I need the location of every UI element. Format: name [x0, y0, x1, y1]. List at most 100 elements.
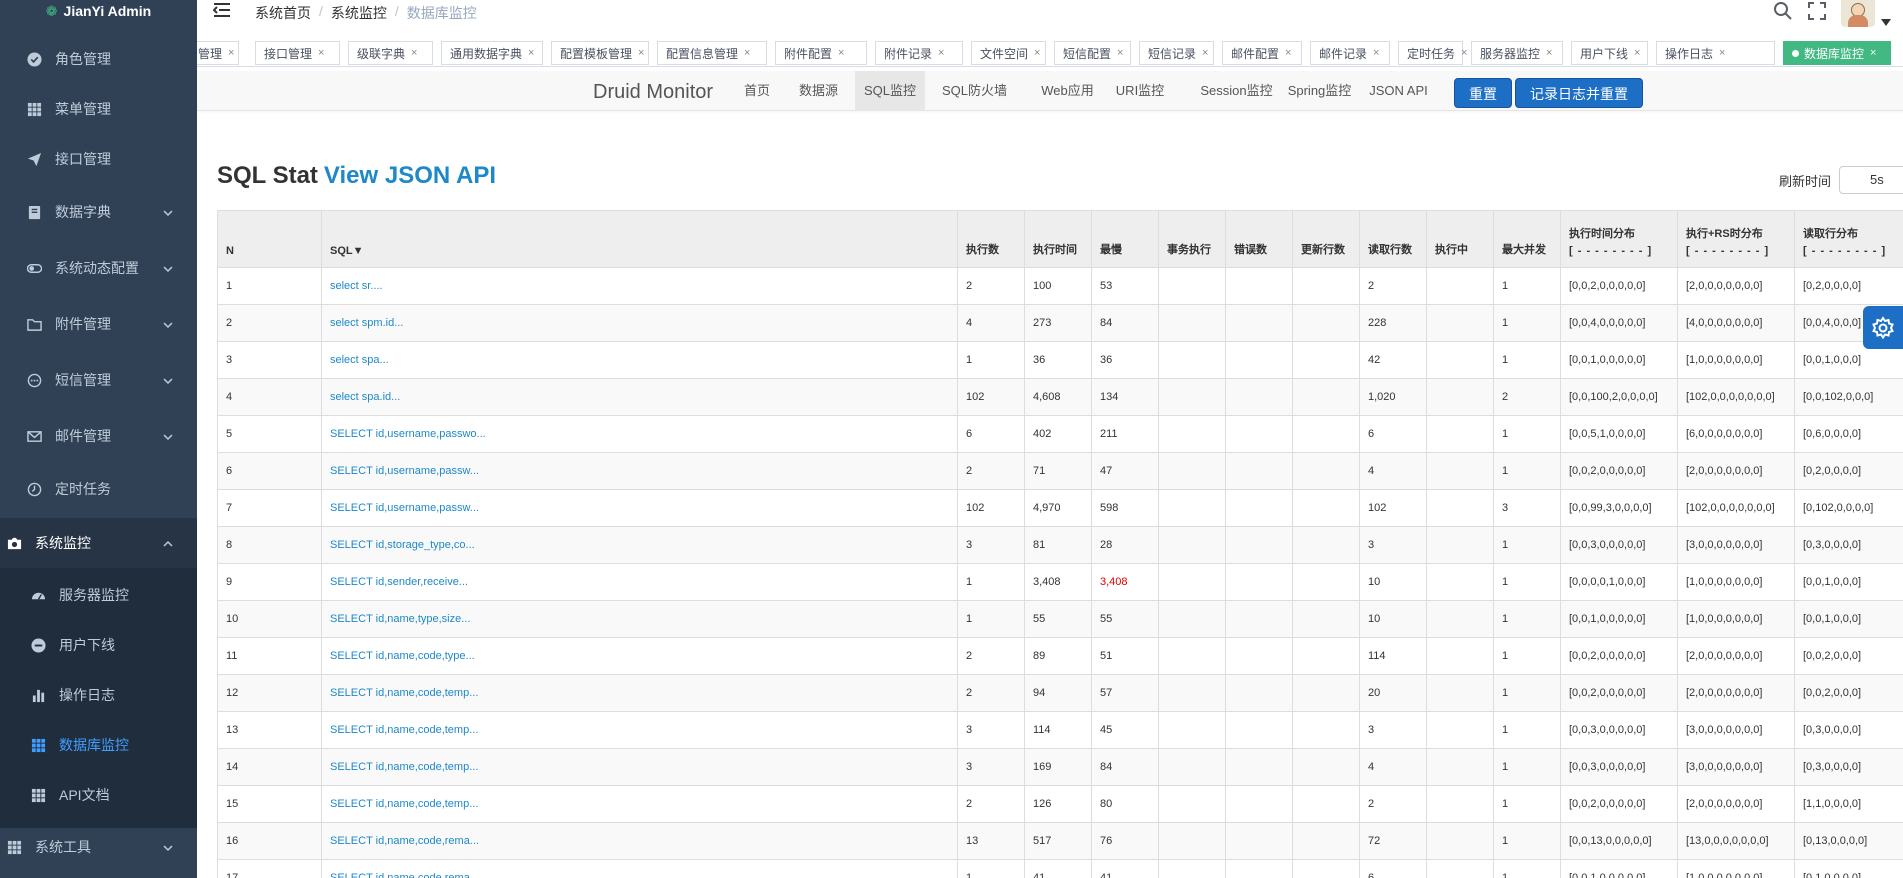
table-cell[interactable]: SELECT id,storage_type,co... [321, 526, 958, 564]
tag-1[interactable]: 接口管理 × [255, 41, 340, 65]
close-icon[interactable]: × [638, 47, 644, 59]
sidebar-item-10[interactable]: 服务器监控 [0, 570, 197, 620]
close-icon[interactable]: × [1202, 47, 1208, 59]
table-cell[interactable]: SELECT id,name,code,temp... [321, 785, 958, 823]
tag-13[interactable]: 定时任务 × [1398, 41, 1467, 65]
column-header-12[interactable]: 执行+RS时分布[ - - - - - - - - ] [1677, 210, 1795, 268]
column-header-9[interactable]: 执行中 [1426, 210, 1494, 268]
sidebar-item-13[interactable]: 数据库监控 [0, 720, 197, 770]
table-cell[interactable]: SELECT id,username,passw... [321, 489, 958, 527]
druid-nav-item-5[interactable]: URI监控 [1106, 71, 1174, 111]
close-icon[interactable]: × [228, 47, 234, 59]
table-cell[interactable]: SELECT id,name,code,type... [321, 637, 958, 675]
sql-link[interactable]: SELECT id,username,passw... [330, 465, 479, 477]
sql-link[interactable]: SELECT id,name,code,temp... [330, 724, 478, 736]
sql-link[interactable]: select spa.id... [330, 391, 400, 403]
log-and-reset-button[interactable]: 记录日志并重置 [1515, 78, 1643, 108]
sql-link[interactable]: SELECT id,username,passw... [330, 502, 479, 514]
sql-link[interactable]: select spm.id... [330, 317, 403, 329]
tag-11[interactable]: 邮件配置 × [1222, 41, 1302, 65]
close-icon[interactable]: × [1634, 47, 1640, 59]
close-icon[interactable]: × [1117, 47, 1123, 59]
tag-16[interactable]: 操作日志 × [1656, 41, 1775, 65]
table-cell[interactable]: SELECT id,name,type,size... [321, 600, 958, 638]
table-cell[interactable]: select spa... [321, 341, 958, 379]
close-icon[interactable]: × [938, 47, 944, 59]
sql-link[interactable]: select spa... [330, 354, 389, 366]
close-icon[interactable]: × [838, 47, 844, 59]
sql-link[interactable]: SELECT id,username,passwo... [330, 428, 486, 440]
column-header-11[interactable]: 执行时间分布[ - - - - - - - - ] [1560, 210, 1678, 268]
table-cell[interactable]: SELECT id,sender,receive... [321, 563, 958, 601]
close-icon[interactable]: × [1285, 47, 1291, 59]
column-header-13[interactable]: 读取行分布[ - - - - - - - - ] [1794, 210, 1903, 268]
table-cell[interactable]: select spa.id... [321, 378, 958, 416]
tag-9[interactable]: 短信配置 × [1054, 41, 1131, 65]
table-cell[interactable]: SELECT id,name,code,temp... [321, 711, 958, 749]
close-icon[interactable]: × [1719, 47, 1725, 59]
tag-17[interactable]: 数据库监控 × [1783, 41, 1891, 65]
view-json-api-link[interactable]: View JSON API [324, 162, 496, 189]
close-icon[interactable]: × [1870, 47, 1876, 59]
sidebar-item-15[interactable]: 系统工具 [0, 822, 197, 872]
reset-button[interactable]: 重置 [1454, 78, 1512, 108]
tag-8[interactable]: 文件空间 × [971, 41, 1046, 65]
tag-6[interactable]: 附件配置 × [775, 41, 867, 65]
close-icon[interactable]: × [1546, 47, 1552, 59]
tag-15[interactable]: 用户下线 × [1571, 41, 1648, 65]
user-avatar[interactable] [1841, 0, 1875, 27]
close-icon[interactable]: × [744, 47, 750, 59]
sidebar-item-9[interactable]: 系统监控 [0, 518, 197, 568]
table-cell[interactable]: SELECT id,username,passw... [321, 452, 958, 490]
tag-3[interactable]: 通用数据字典 × [441, 41, 543, 65]
settings-gear-button[interactable] [1863, 306, 1903, 349]
tag-2[interactable]: 级联字典 × [348, 41, 433, 65]
sidebar-item-6[interactable]: 短信管理 [0, 355, 197, 405]
sql-link[interactable]: SELECT id,sender,receive... [330, 576, 468, 588]
sidebar-item-0[interactable]: 角色管理 [0, 34, 197, 84]
close-icon[interactable]: × [1461, 47, 1467, 59]
tag-10[interactable]: 短信记录 × [1139, 41, 1214, 65]
sql-link[interactable]: SELECT id,name,code,temp... [330, 761, 478, 773]
caret-down-icon[interactable] [1881, 14, 1891, 26]
sidebar-item-8[interactable]: 定时任务 [0, 464, 197, 514]
druid-nav-item-1[interactable]: 数据源 [790, 71, 847, 111]
sidebar-logo[interactable]: ❁ JianYi Admin [0, 0, 197, 22]
sidebar-item-1[interactable]: 菜单管理 [0, 84, 197, 134]
sql-link[interactable]: SELECT id,name,code,temp... [330, 687, 478, 699]
tag-14[interactable]: 服务器监控 × [1471, 41, 1563, 65]
column-header-7[interactable]: 更新行数 [1292, 210, 1360, 268]
close-icon[interactable]: × [1373, 47, 1379, 59]
sidebar-item-11[interactable]: 用户下线 [0, 620, 197, 670]
column-header-8[interactable]: 读取行数 [1359, 210, 1427, 268]
table-cell[interactable]: SELECT id,username,passwo... [321, 415, 958, 453]
sql-link[interactable]: SELECT id,storage_type,co... [330, 539, 475, 551]
sql-link[interactable]: SELECT id,name,code,temp... [330, 798, 478, 810]
sidebar-item-2[interactable]: 接口管理 [0, 134, 197, 184]
sql-link[interactable]: select sr.... [330, 280, 383, 292]
tag-0[interactable]: 管理 × [197, 41, 239, 65]
column-header-4[interactable]: 最慢 [1091, 210, 1159, 268]
table-cell[interactable]: SELECT id,name,code,rema... [321, 822, 958, 860]
column-header-1[interactable]: SQL▼ [321, 210, 958, 268]
table-cell[interactable]: SELECT id,name,code,temp... [321, 748, 958, 786]
search-icon[interactable] [1773, 1, 1793, 21]
column-header-0[interactable]: N [217, 210, 322, 268]
column-header-10[interactable]: 最大并发 [1493, 210, 1561, 268]
druid-nav-item-6[interactable]: Session监控 [1197, 71, 1276, 111]
close-icon[interactable]: × [411, 47, 417, 59]
sql-link[interactable]: SELECT id,name,type,size... [330, 613, 470, 625]
druid-nav-item-0[interactable]: 首页 [736, 71, 778, 111]
sidebar-item-12[interactable]: 操作日志 [0, 670, 197, 720]
breadcrumb-home[interactable]: 系统首页 [255, 3, 311, 23]
sidebar-item-4[interactable]: 系统动态配置 [0, 243, 197, 293]
sidebar-item-5[interactable]: 附件管理 [0, 299, 197, 349]
druid-nav-item-3[interactable]: SQL防火墙 [931, 71, 1018, 111]
druid-nav-item-8[interactable]: JSON API [1365, 71, 1432, 111]
table-cell[interactable]: SELECT id,name,code,rema... [321, 859, 958, 878]
column-header-2[interactable]: 执行数 [957, 210, 1025, 268]
column-header-5[interactable]: 事务执行 [1158, 210, 1226, 268]
breadcrumb-system-monitor[interactable]: 系统监控 [331, 3, 387, 23]
druid-nav-item-2[interactable]: SQL监控 [855, 71, 925, 111]
refresh-interval-select[interactable]: 5s [1839, 166, 1903, 194]
